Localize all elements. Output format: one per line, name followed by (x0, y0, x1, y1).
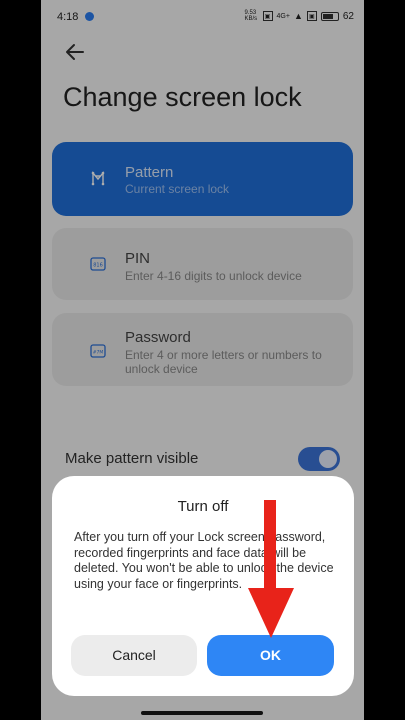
home-indicator[interactable] (141, 711, 263, 715)
annotation-arrow-icon (248, 500, 294, 638)
cancel-button[interactable]: Cancel (71, 635, 197, 676)
turn-off-dialog: Turn off After you turn off your Lock sc… (52, 476, 354, 696)
dialog-message: After you turn off your Lock screen pass… (74, 530, 334, 591)
screen: 4:18 9.53 KB/s ▣ 4G+ ▲ ▣ 62 Change scree… (41, 0, 364, 720)
dialog-title: Turn off (177, 498, 229, 515)
ok-button[interactable]: OK (207, 635, 334, 676)
